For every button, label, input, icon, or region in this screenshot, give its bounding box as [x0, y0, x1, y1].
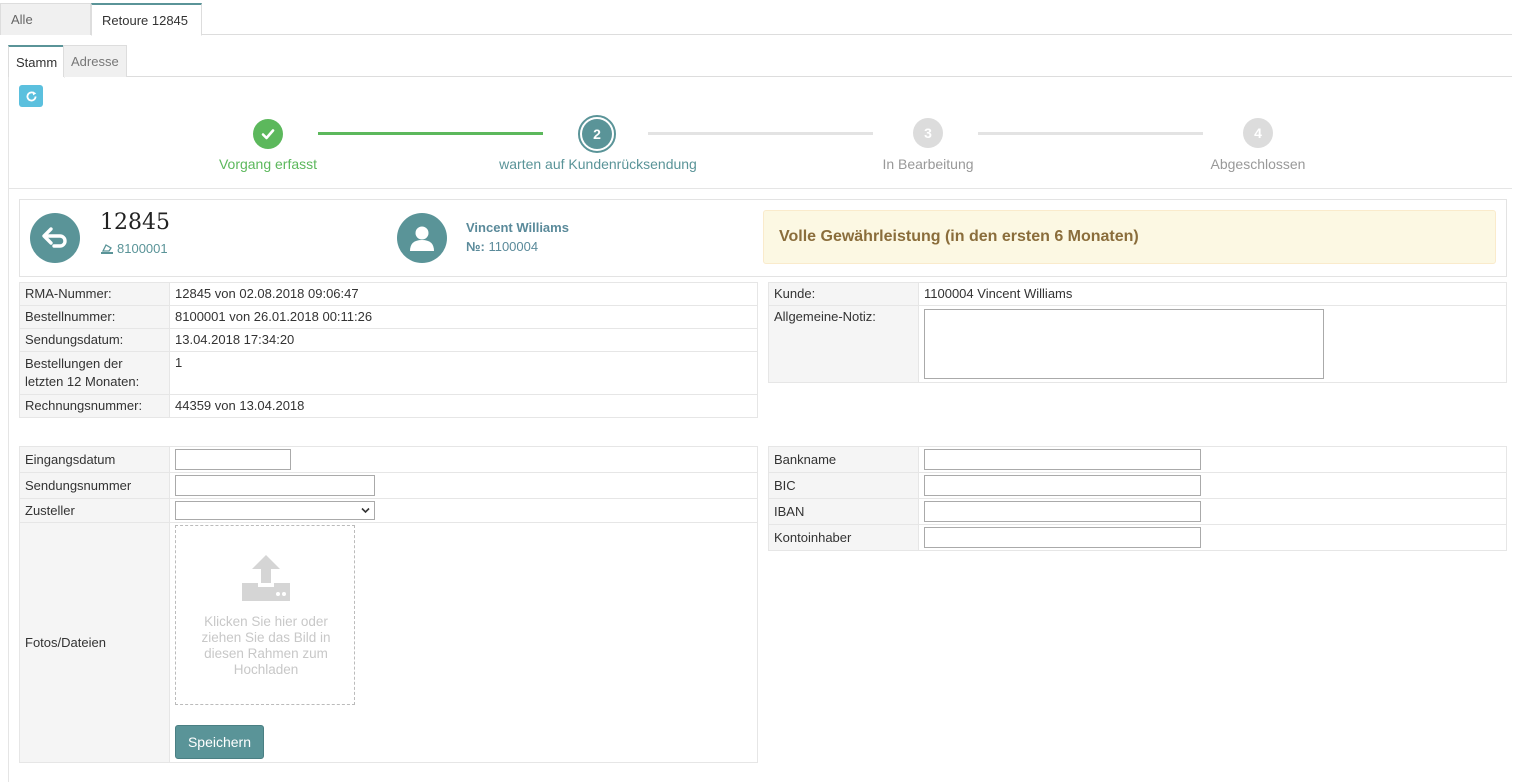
table-row: IBAN — [768, 498, 1507, 525]
carrier-label: Zusteller — [19, 498, 170, 523]
shipping-date-value: 13.04.2018 17:34:20 — [169, 328, 758, 352]
general-note-textarea[interactable] — [924, 309, 1324, 379]
bic-input[interactable] — [924, 475, 1201, 496]
return-details-table: RMA-Nummer: 12845 von 02.08.2018 09:06:4… — [19, 282, 758, 418]
step-3-number: 3 — [913, 118, 943, 148]
warranty-alert: Volle Gewährleistung (in den ersten 6 Mo… — [763, 210, 1496, 264]
customer-number-value: 1100004 — [488, 239, 539, 254]
iban-input[interactable] — [924, 501, 1201, 522]
table-row: BIC — [768, 472, 1507, 499]
dropzone-text: Klicken Sie hier oder ziehen Sie das Bil… — [201, 614, 331, 677]
table-row: Kontoinhaber — [768, 524, 1507, 551]
table-row: RMA-Nummer: 12845 von 02.08.2018 09:06:4… — [19, 282, 758, 306]
table-row: Rechnungsnummer: 44359 von 13.04.2018 — [19, 394, 758, 418]
shipping-date-label: Sendungsdatum: — [19, 328, 170, 352]
step-3-label: In Bearbeitung — [882, 156, 974, 172]
table-row: Allgemeine-Notiz: — [768, 305, 1507, 383]
step-connector-1 — [318, 132, 543, 135]
rma-number-label: RMA-Nummer: — [19, 282, 170, 306]
rma-number-value: 12845 von 02.08.2018 09:06:47 — [169, 282, 758, 306]
iban-label: IBAN — [768, 498, 919, 525]
tracking-number-input[interactable] — [175, 475, 375, 496]
save-button[interactable]: Speichern — [175, 725, 264, 759]
customer-label: Kunde: — [768, 282, 919, 306]
customer-number-prefix: №: — [466, 239, 485, 254]
order-number-value: 8100001 von 26.01.2018 00:11:26 — [169, 305, 758, 329]
order-number: 8100001 — [117, 241, 168, 256]
receipt-date-input[interactable] — [175, 449, 291, 470]
step-4-label: Abgeschlossen — [1210, 156, 1306, 172]
step-2-indicator: 2 — [578, 115, 616, 153]
divider — [8, 188, 1512, 189]
receipt-date-label: Eingangsdatum — [19, 446, 170, 473]
top-tab-bar: Alle Retouren Retoure 12845 — [0, 0, 1512, 58]
step-2-number: 2 — [582, 119, 612, 149]
rma-number-heading: 12845 — [100, 210, 170, 235]
table-row: Eingangsdatum — [19, 446, 758, 473]
table-row: Sendungsdatum: 13.04.2018 17:34:20 — [19, 328, 758, 352]
table-row: Bestellungen der letzten 12 Monaten: 1 — [19, 351, 758, 395]
table-row: Bestellnummer: 8100001 von 26.01.2018 00… — [19, 305, 758, 329]
customer-details-table: Kunde: 1100004 Vincent Williams Allgemei… — [768, 282, 1507, 383]
tracking-number-label: Sendungsnummer — [19, 472, 170, 499]
customer-avatar-icon — [397, 213, 447, 263]
table-row: Zusteller — [19, 498, 758, 523]
refresh-button[interactable] — [19, 85, 43, 107]
order-number-label: Bestellnummer: — [19, 305, 170, 329]
step-2-label: warten auf Kundenrücksendung — [499, 156, 697, 172]
table-row: Kunde: 1100004 Vincent Williams — [768, 282, 1507, 306]
account-holder-label: Kontoinhaber — [768, 524, 919, 551]
sub-tab-bar: Stamm Adresse — [8, 44, 1512, 78]
return-arrow-icon — [30, 213, 80, 263]
step-4-number: 4 — [1243, 118, 1273, 148]
tab-all-returns[interactable]: Alle Retouren — [0, 3, 91, 58]
refresh-icon — [26, 90, 36, 101]
table-row: Sendungsnummer — [19, 472, 758, 499]
step-1-label: Vorgang erfasst — [218, 156, 318, 172]
tab-return-12845[interactable]: Retoure 12845 — [91, 3, 202, 36]
chevron-down-icon — [361, 507, 370, 514]
bank-form-table: Bankname BIC IBAN Kontoinhaber — [768, 446, 1507, 551]
tab-adresse[interactable]: Adresse — [63, 45, 127, 77]
order-number-link[interactable]: 8100001 — [100, 241, 168, 256]
file-upload-dropzone[interactable]: Klicken Sie hier oder ziehen Sie das Bil… — [175, 525, 355, 705]
step-connector-3 — [978, 132, 1203, 135]
step-connector-2 — [648, 132, 873, 135]
upload-icon — [242, 555, 290, 601]
table-row: Bankname — [768, 446, 1507, 473]
bank-name-input[interactable] — [924, 449, 1201, 470]
receipt-form-table: Eingangsdatum Sendungsnummer Zusteller F… — [19, 446, 758, 763]
customer-value: 1100004 Vincent Williams — [918, 282, 1507, 306]
bank-name-label: Bankname — [768, 446, 919, 473]
carrier-select[interactable] — [175, 501, 375, 520]
step-1-check-icon — [253, 119, 283, 149]
bic-label: BIC — [768, 472, 919, 499]
customer-number: №: 1100004 — [466, 239, 538, 254]
orders-last-12-months-value: 1 — [169, 351, 758, 395]
customer-name-link[interactable]: Vincent Williams — [466, 220, 569, 235]
invoice-number-label: Rechnungsnummer: — [19, 394, 170, 418]
tab-stamm[interactable]: Stamm — [8, 45, 66, 78]
stack-icon — [101, 243, 113, 254]
general-note-label: Allgemeine-Notiz: — [768, 305, 919, 383]
account-holder-input[interactable] — [924, 527, 1201, 548]
table-row: Fotos/Dateien — [19, 522, 758, 763]
photos-files-label: Fotos/Dateien — [19, 522, 170, 763]
invoice-number-value: 44359 von 13.04.2018 — [169, 394, 758, 418]
orders-last-12-months-label: Bestellungen der letzten 12 Monaten: — [19, 351, 170, 395]
